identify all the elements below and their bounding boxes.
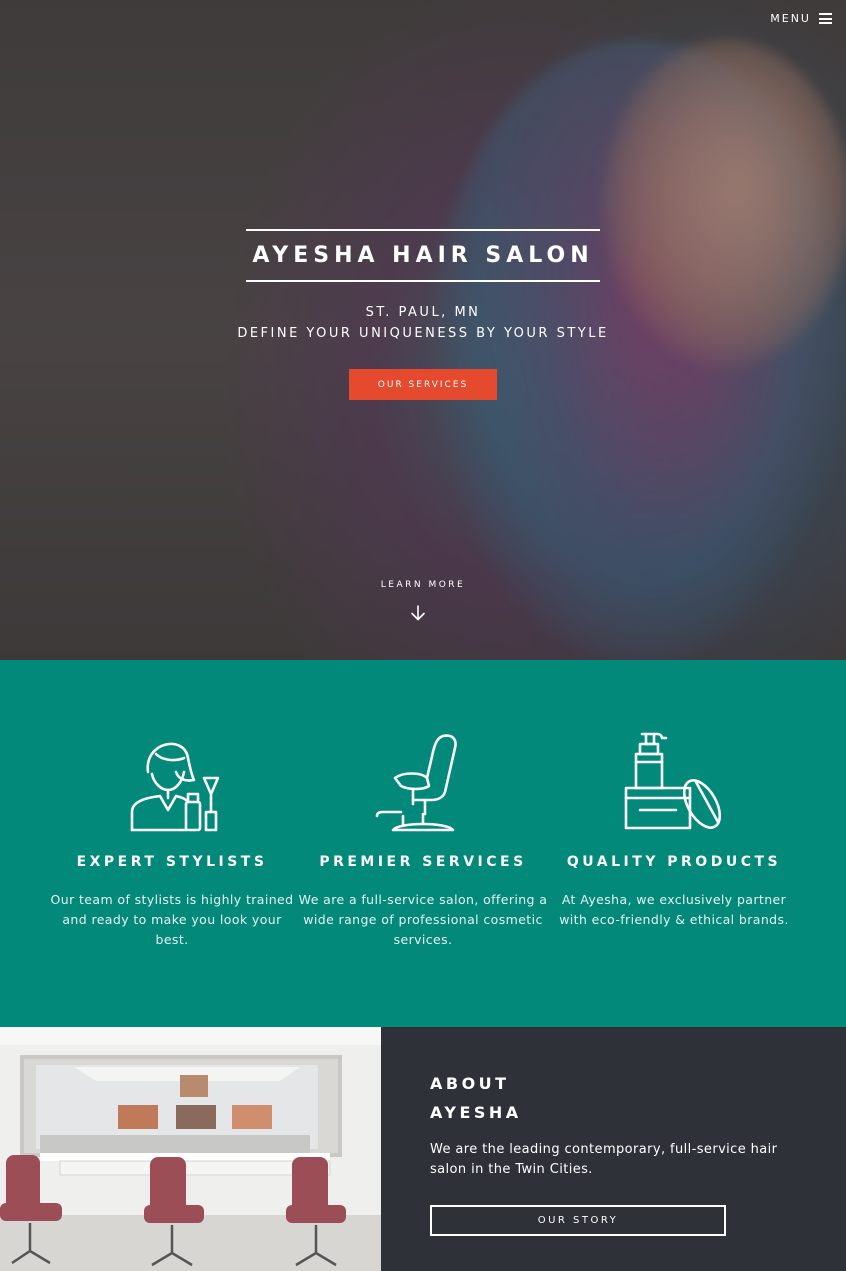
about-heading-line2: AYESHA [430,1103,522,1122]
hero-title-frame: AYESHA HAIR SALON [246,229,600,282]
hero-title: AYESHA HAIR SALON [252,243,594,268]
about-section: ABOUT AYESHA We are the leading contempo… [381,1027,846,1271]
learn-more-link[interactable]: LEARN MORE [0,580,846,590]
menu-button[interactable]: MENU [770,12,832,25]
feature-title: PREMIER SERVICES [319,854,527,870]
our-services-button[interactable]: OUR SERVICES [349,369,497,400]
menu-label: MENU [770,12,811,25]
feature-description: Our team of stylists is highly trained a… [50,892,294,947]
hero-tagline: DEFINE YOUR UNIQUENESS BY YOUR STYLE [237,326,609,341]
feature-description: We are a full-service salon, offering a … [298,892,548,947]
feature-title: EXPERT STYLISTS [76,854,268,870]
feature-expert-stylists: EXPERT STYLISTS Our team of stylists is … [47,732,297,950]
about-heading: ABOUT AYESHA [430,1069,522,1127]
arrow-down-icon[interactable] [409,604,427,622]
feature-quality-products: QUALITY PRODUCTS At Ayesha, we exclusive… [549,732,799,930]
features-section: EXPERT STYLISTS Our team of stylists is … [0,660,846,1027]
stylist-icon [130,742,220,832]
feature-title: QUALITY PRODUCTS [566,854,782,870]
hero-section: MENU AYESHA HAIR SALON ST. PAUL, MN DEFI… [0,0,846,660]
hamburger-icon [819,13,832,24]
about-description: We are the leading contemporary, full-se… [430,1142,778,1177]
cosmetic-products-icon [624,732,722,830]
feature-premier-services: PREMIER SERVICES We are a full-service s… [298,732,548,950]
salon-interior-photo [0,1027,381,1271]
feature-description: At Ayesha, we exclusively partner with e… [559,892,789,927]
our-story-button[interactable]: OUR STORY [430,1205,726,1236]
about-heading-line1: ABOUT [430,1074,510,1093]
salon-chair-icon [375,734,457,832]
salon-interior-illustration [0,1027,381,1271]
hero-location: ST. PAUL, MN [365,305,481,320]
